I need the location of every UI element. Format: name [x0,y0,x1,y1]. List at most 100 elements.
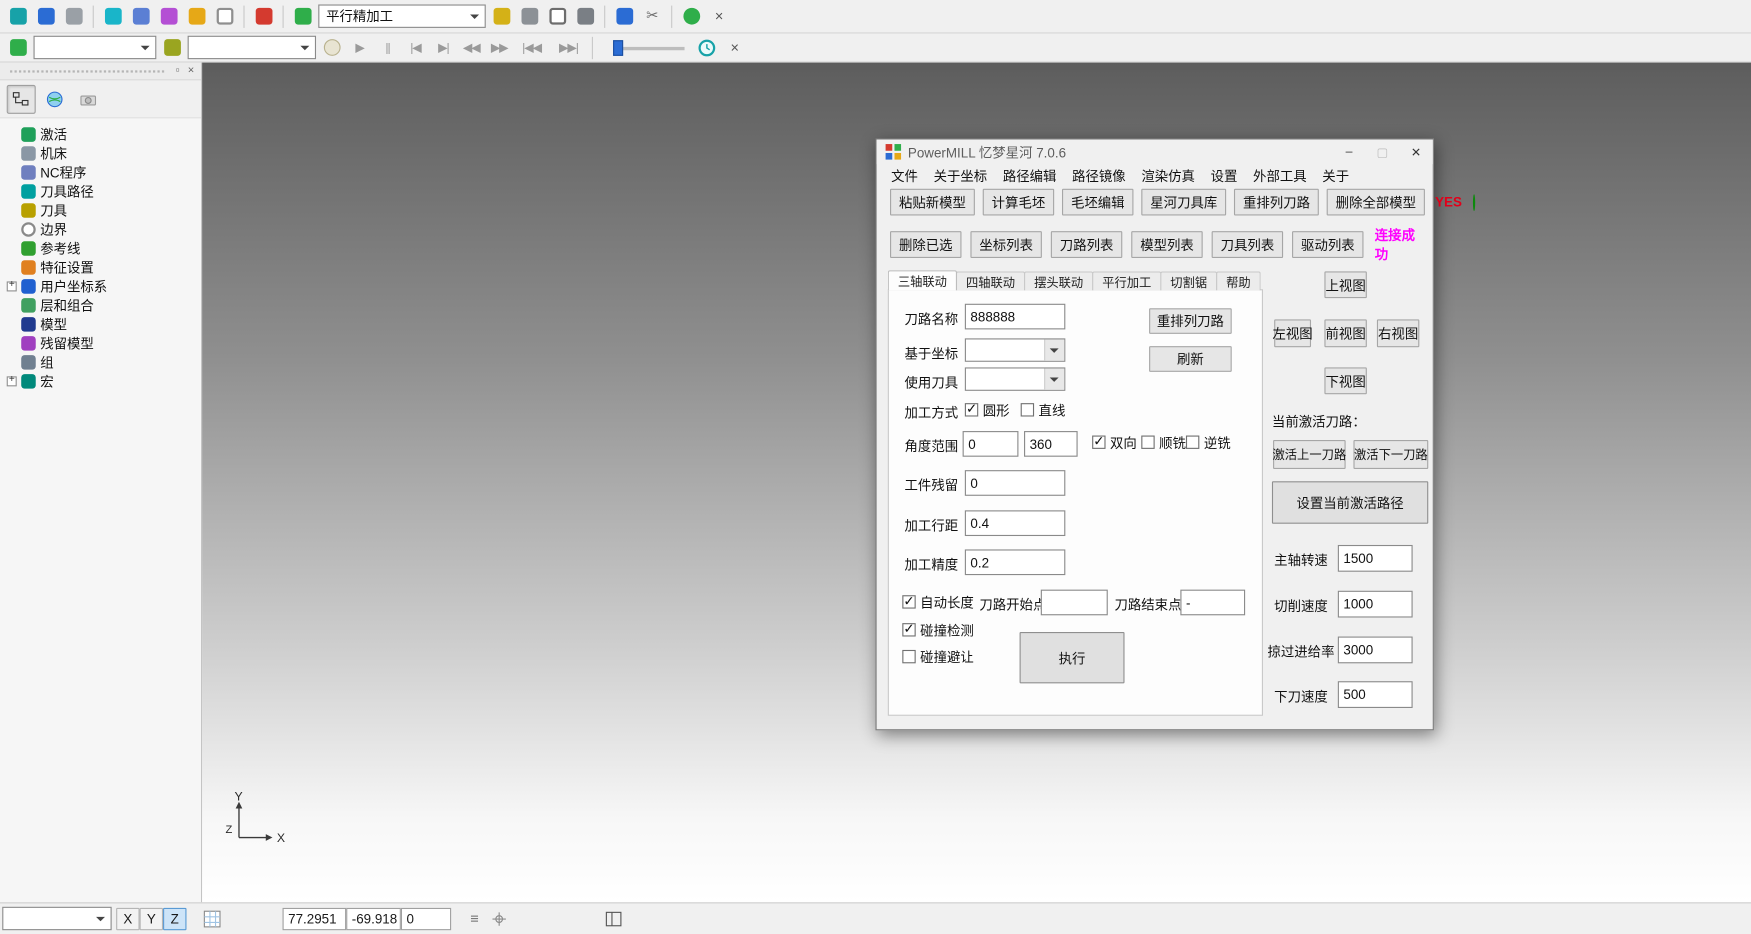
print-icon[interactable] [61,4,86,29]
tree-item-levels-sets[interactable]: 层和组合 [7,296,201,315]
panel-float-icon[interactable]: ▫ [171,65,184,77]
stock-allowance-input[interactable]: 0 [965,470,1066,496]
model-list-button[interactable]: 模型列表 [1131,231,1202,258]
workplane-icon[interactable] [517,4,542,29]
expand-icon[interactable] [7,281,17,291]
tree-item-activate[interactable]: 激活 [7,125,201,144]
main-toolbar-close-icon[interactable]: × [707,4,732,29]
spindle-speed-input[interactable]: 1500 [1338,545,1413,572]
tab-saw[interactable]: 切割锯 [1160,271,1217,290]
tree-item-stock-models[interactable]: 残留模型 [7,334,201,353]
collision-check-checkbox[interactable]: 碰撞检测 [902,622,973,638]
method-line-checkbox[interactable]: 直线 [1021,402,1066,418]
lightbulb-icon[interactable] [319,35,344,60]
collision-avoid-checkbox[interactable]: 碰撞避让 [902,649,973,665]
explorer-tree-view-icon[interactable] [7,84,36,113]
cursor-z-input[interactable]: 0 [401,907,451,929]
end-point-input[interactable]: - [1180,590,1245,616]
tool-select[interactable] [965,367,1066,390]
menu-render-sim[interactable]: 渲染仿真 [1134,164,1203,187]
save-icon[interactable] [34,4,59,29]
camera-icon[interactable] [74,84,103,113]
tree-item-boundaries[interactable]: 边界 [7,220,201,239]
refresh-button[interactable]: 刷新 [1149,346,1232,372]
tree-item-toolpaths[interactable]: 刀具路径 [7,182,201,201]
menu-file[interactable]: 文件 [883,164,925,187]
measure-icon[interactable] [212,4,237,29]
sim-toolpath-dropdown[interactable] [34,36,157,59]
panel-drag-grip[interactable] [10,70,164,72]
tree-item-tools[interactable]: 刀具 [7,201,201,220]
cursor-x-input[interactable]: 77.2951 [283,907,347,929]
clock-icon[interactable] [695,35,720,60]
fast-forward-icon[interactable]: ▶▶ [487,35,512,60]
plunge-feed-input[interactable]: 500 [1338,681,1413,708]
calculator-icon[interactable] [545,4,570,29]
levels-icon[interactable] [6,35,31,60]
tab-3axis[interactable]: 三轴联动 [888,270,957,290]
tree-item-patterns[interactable]: 参考线 [7,239,201,258]
start-point-input[interactable] [1041,590,1108,616]
grid-toggle-icon[interactable] [200,906,225,931]
drive-list-button[interactable]: 驱动列表 [1292,231,1363,258]
sim-tool-dropdown[interactable] [188,36,316,59]
statusbar-dropdown[interactable] [2,907,111,930]
play-icon[interactable]: ▶ [347,35,372,60]
paste-new-model-button[interactable]: 粘贴新模型 [890,189,975,216]
menu-path-edit[interactable]: 路径编辑 [995,164,1064,187]
strategy-book-icon[interactable] [290,4,315,29]
tree-item-nc-program[interactable]: NC程序 [7,163,201,182]
transform-icon[interactable] [184,4,209,29]
compute-stock-button[interactable]: 计算毛坯 [983,189,1054,216]
tool-create-icon[interactable] [489,4,514,29]
angle-from-input[interactable]: 0 [963,431,1019,457]
tab-swivel-head[interactable]: 摆头联动 [1024,271,1093,290]
auto-length-checkbox[interactable]: 自动长度 [902,594,973,610]
toolpath-name-input[interactable]: 888888 [965,304,1066,330]
go-to-end-icon[interactable]: ▶▶| [552,35,586,60]
tool-list-button[interactable]: 刀具列表 [1212,231,1283,258]
expand-icon[interactable] [7,376,17,386]
axis-y-button[interactable]: Y [140,907,163,929]
step-forward-icon[interactable]: ▶| [431,35,456,60]
stock-edit-button[interactable]: 毛坯编辑 [1062,189,1133,216]
next-toolpath-button[interactable]: 激活下一刀路 [1353,440,1428,469]
globe-view-icon[interactable] [40,84,69,113]
maximize-icon[interactable]: ▢ [1366,140,1400,165]
curve-editor-icon[interactable] [156,4,181,29]
panel-close-icon[interactable]: × [184,65,197,77]
tab-4axis[interactable]: 四轴联动 [956,271,1025,290]
coord-list-button[interactable]: 坐标列表 [970,231,1041,258]
sim-toolbar-close-icon[interactable]: × [723,35,748,60]
scissors-icon[interactable]: ✂ [640,4,665,29]
binoculars-icon[interactable] [679,4,704,29]
tree-item-groups[interactable]: 组 [7,353,201,372]
menu-coords[interactable]: 关于坐标 [926,164,995,187]
tree-item-workplanes[interactable]: 用户坐标系 [7,277,201,296]
execute-button[interactable]: 执行 [1020,632,1125,683]
tree-item-macros[interactable]: 宏 [7,372,201,391]
axis-z-button[interactable]: Z [163,907,186,929]
rearrange-toolpaths-button[interactable]: 重排列刀路 [1234,189,1319,216]
toolpath-list-button[interactable]: 刀路列表 [1051,231,1122,258]
menu-about[interactable]: 关于 [1314,164,1356,187]
tree-item-models[interactable]: 模型 [7,315,201,334]
axis-x-button[interactable]: X [116,907,139,929]
panel-toggle-icon[interactable] [601,906,626,931]
stepover-input[interactable]: 0.4 [965,510,1066,536]
view-right-button[interactable]: 右视图 [1377,319,1419,347]
menu-path-mirror[interactable]: 路径镜像 [1064,164,1133,187]
prev-toolpath-button[interactable]: 激活上一刀路 [1273,440,1346,469]
cutting-feed-input[interactable]: 1000 [1338,591,1413,618]
delete-selected-button[interactable]: 删除已选 [890,231,961,258]
rewind-icon[interactable]: ◀◀ [459,35,484,60]
tab-parallel[interactable]: 平行加工 [1092,271,1161,290]
stock-download-icon[interactable] [251,4,276,29]
slider-handle[interactable] [613,40,623,56]
dialog-titlebar[interactable]: PowerMILL 忆梦星河 7.0.6 – ▢ ✕ [877,140,1433,165]
conventional-checkbox[interactable]: 逆铣 [1186,434,1231,450]
climb-checkbox[interactable]: 顺铣 [1141,434,1186,450]
angle-to-input[interactable]: 360 [1024,431,1078,457]
menu-external-tools[interactable]: 外部工具 [1245,164,1314,187]
go-to-start-icon[interactable]: |◀◀ [515,35,549,60]
